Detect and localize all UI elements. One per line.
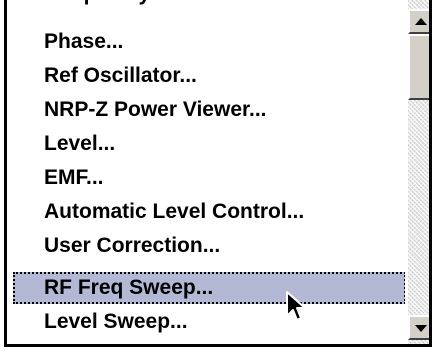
mouse-pointer-icon (286, 291, 306, 321)
scrollbar-thumb[interactable] (408, 34, 429, 100)
menu-item-level[interactable]: Level... (13, 128, 405, 160)
menu-item-phase[interactable]: Phase... (13, 26, 405, 58)
menu-item-nrp-z-power-viewer[interactable]: NRP-Z Power Viewer... (13, 94, 405, 126)
menu-item-ref-oscillator[interactable]: Ref Oscillator... (13, 60, 405, 92)
menu-list: Frequency... Phase... Ref Oscillator... … (7, 0, 405, 344)
arrow-down-icon (415, 325, 427, 332)
menu-item-frequency[interactable]: Frequency... (13, 0, 405, 10)
menu-item-user-correction[interactable]: User Correction... (13, 230, 405, 262)
scroll-down-button[interactable] (408, 315, 429, 340)
arrow-up-icon (415, 18, 427, 25)
dropdown-menu: Frequency... Phase... Ref Oscillator... … (4, 0, 432, 347)
menu-item-automatic-level-control[interactable]: Automatic Level Control... (13, 196, 405, 228)
vertical-scrollbar[interactable] (408, 0, 429, 344)
menu-item-rf-freq-sweep[interactable]: RF Freq Sweep... (13, 272, 405, 304)
menu-item-level-sweep[interactable]: Level Sweep... (13, 306, 405, 338)
menu-item-emf[interactable]: EMF... (13, 162, 405, 194)
scroll-up-button[interactable] (408, 9, 429, 34)
menu-frame: Frequency... Phase... Ref Oscillator... … (0, 0, 436, 354)
